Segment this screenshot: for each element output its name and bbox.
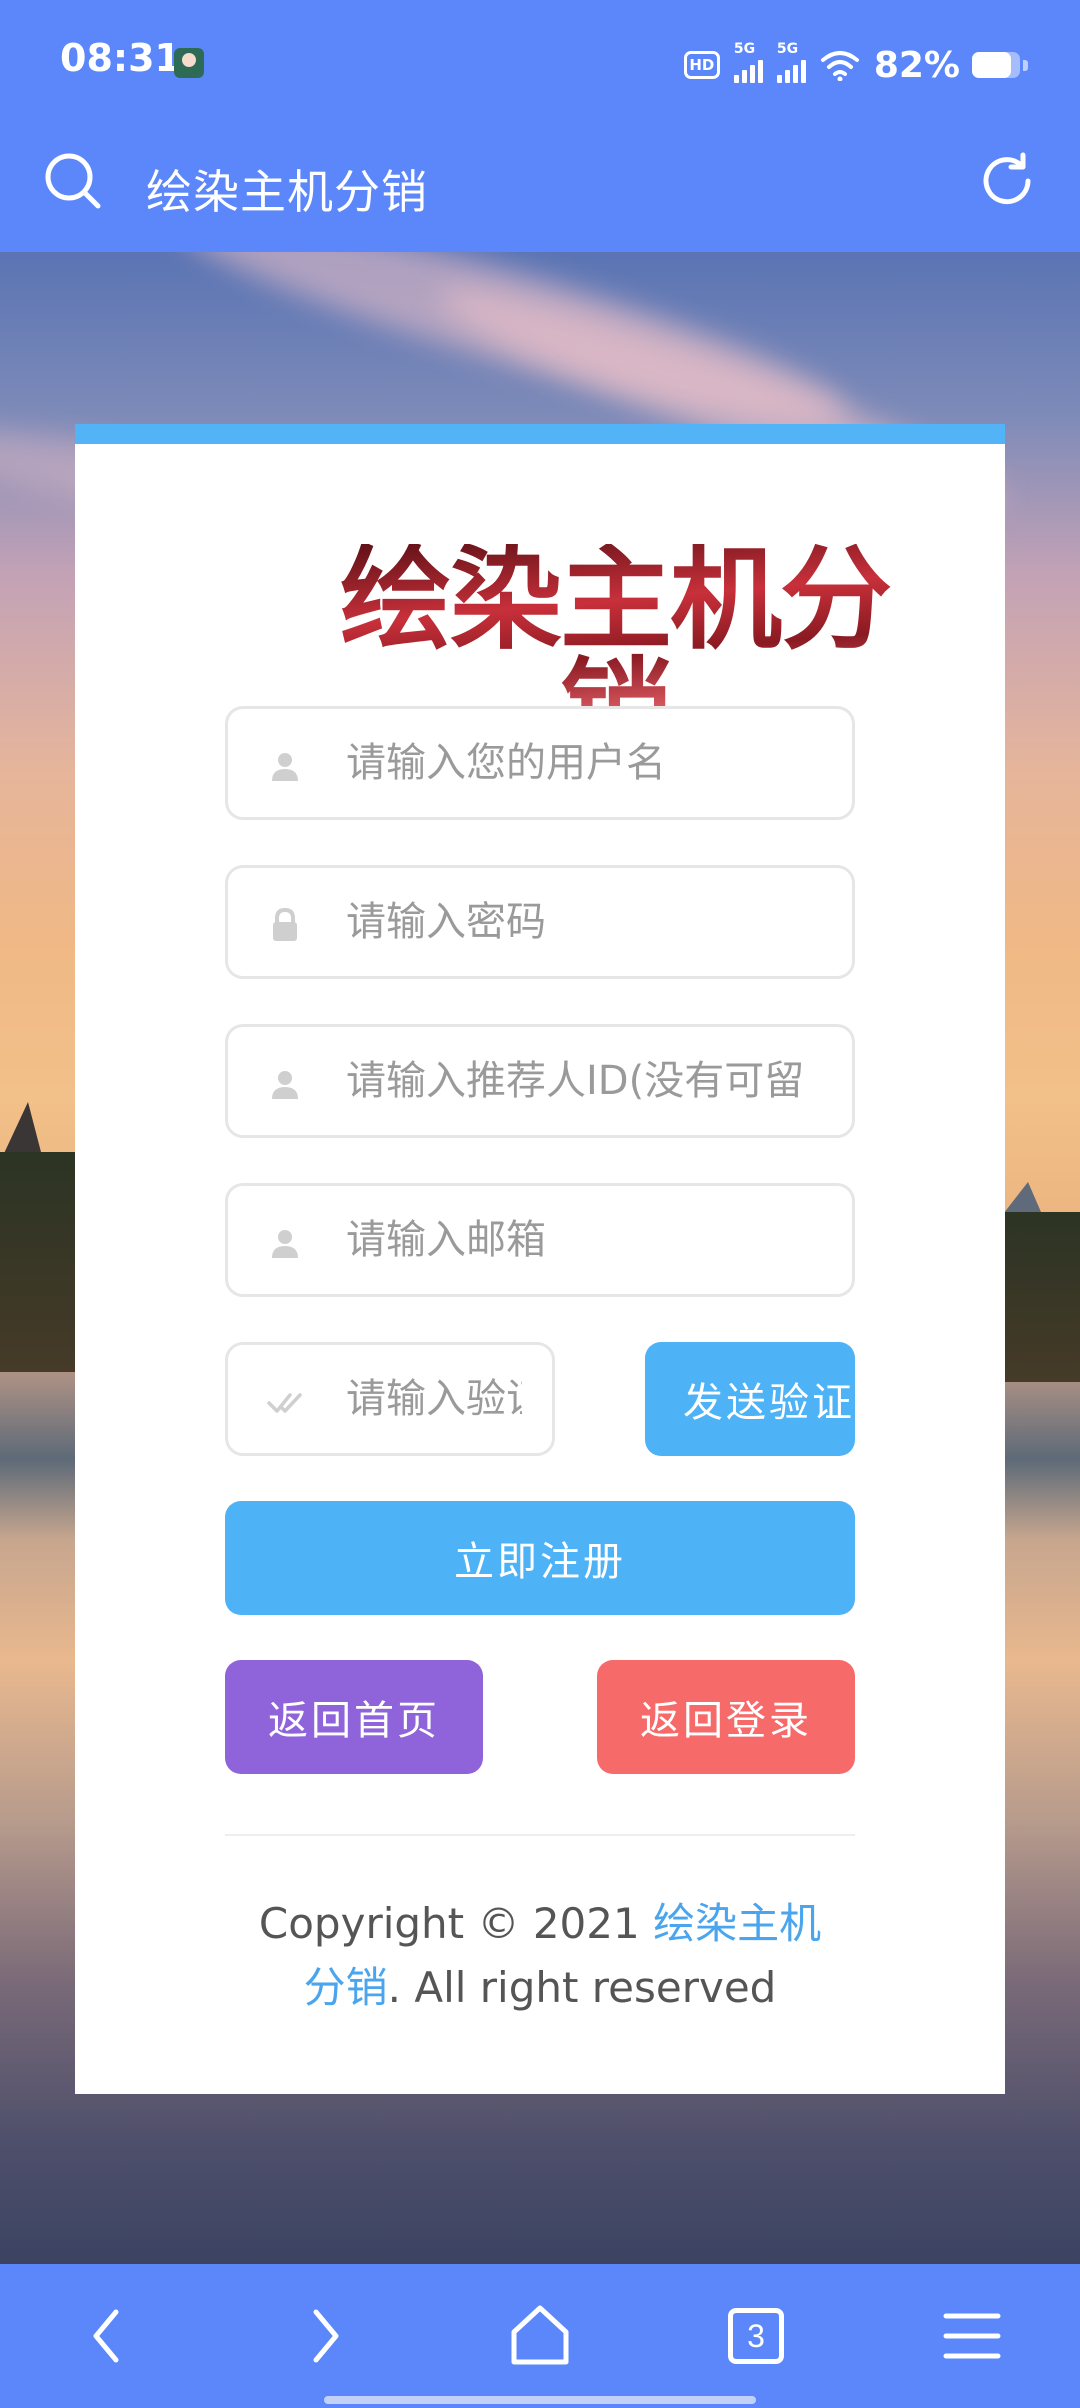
back-icon[interactable] [68, 2296, 148, 2376]
signal-icon-2: 5G [776, 41, 806, 83]
network-type-1: 5G [733, 41, 756, 57]
status-bar: 08:31 HD 5G 5G 82% [0, 0, 1080, 126]
home-indicator [324, 2396, 756, 2404]
register-card: 绘染主机分销 请输入您的用户名 请输入密码 请输入推荐人ID(没有可留 请输入邮… [75, 424, 1005, 2094]
password-field[interactable]: 请输入密码 [225, 865, 855, 979]
wifi-icon [820, 51, 859, 81]
status-time: 08:31 [60, 36, 181, 80]
page-title[interactable]: 绘染主机分销 [146, 156, 428, 222]
back-home-button[interactable]: 返回首页 [225, 1660, 483, 1774]
forward-icon[interactable] [284, 2296, 364, 2376]
network-type-2: 5G [776, 41, 799, 57]
refresh-icon[interactable] [974, 148, 1040, 214]
copyright-prefix: Copyright © 2021 [258, 1899, 654, 1948]
back-login-button[interactable]: 返回登录 [597, 1660, 855, 1774]
user-icon [272, 753, 298, 781]
verification-code-placeholder: 请输入验证码 [346, 1376, 522, 1422]
tab-count: 3 [728, 2308, 784, 2364]
browser-bottom-nav: 3 [0, 2264, 1080, 2408]
battery-tip [1023, 60, 1028, 71]
copyright: Copyright © 2021 绘染主机分销. All right reser… [225, 1892, 855, 2020]
notification-avatar-icon [174, 48, 204, 78]
verification-code-field[interactable]: 请输入验证码 [225, 1342, 555, 1456]
referrer-placeholder: 请输入推荐人ID(没有可留 [346, 1058, 805, 1104]
battery-icon [972, 52, 1020, 78]
email-field[interactable]: 请输入邮箱 [225, 1183, 855, 1297]
search-icon[interactable] [40, 148, 106, 214]
menu-icon[interactable] [932, 2296, 1012, 2376]
battery-fill [972, 52, 1012, 78]
copyright-suffix: . All right reserved [387, 1963, 777, 2012]
referrer-field[interactable]: 请输入推荐人ID(没有可留 [225, 1024, 855, 1138]
site-link[interactable]: 绘染主机 [653, 1899, 821, 1948]
site-link-cont[interactable]: 分销 [304, 1963, 388, 2012]
tabs-icon[interactable]: 3 [716, 2296, 796, 2376]
user-icon [272, 1071, 298, 1099]
password-placeholder: 请输入密码 [346, 899, 546, 945]
register-button[interactable]: 立即注册 [225, 1501, 855, 1615]
battery-percent: 82% [873, 44, 960, 86]
home-icon[interactable] [500, 2296, 580, 2376]
hd-badge: HD [683, 51, 720, 79]
browser-header: 绘染主机分销 [0, 126, 1080, 252]
username-field[interactable]: 请输入您的用户名 [225, 706, 855, 820]
email-placeholder: 请输入邮箱 [346, 1217, 546, 1263]
divider [225, 1834, 855, 1836]
signal-icon: 5G [733, 41, 763, 83]
username-placeholder: 请输入您的用户名 [346, 740, 666, 786]
send-code-button[interactable]: 发送验证码 [645, 1342, 855, 1456]
lock-icon [273, 907, 297, 941]
user-icon [272, 1230, 298, 1258]
status-indicators: HD 5G 5G 82% [683, 40, 960, 90]
check-icon [267, 1393, 302, 1413]
